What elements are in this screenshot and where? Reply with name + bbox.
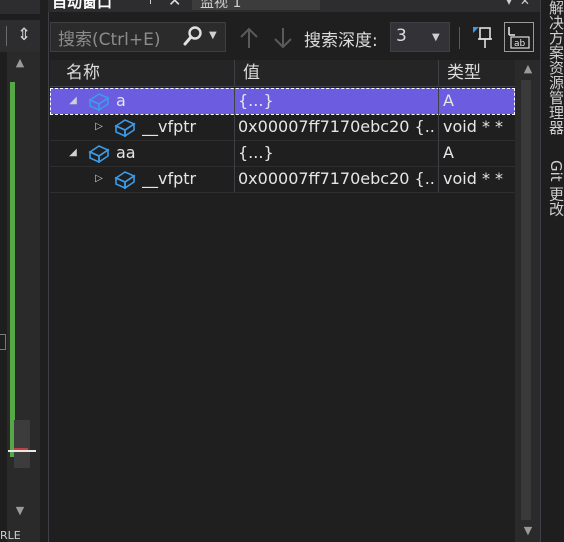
more-icon[interactable]: ▾ ✕ [506,0,532,8]
column-divider [438,166,439,192]
search-depth-value: 3 [396,26,407,46]
change-indicator-bar [10,82,15,457]
column-header-type[interactable]: 类型 [438,60,515,87]
chevron-down-icon[interactable]: ▼ [209,30,217,41]
column-divider [234,114,235,140]
cell-type: A [443,91,454,110]
collapse-icon[interactable]: ◢ [66,140,80,166]
expand-icon[interactable]: ▷ [92,114,106,140]
cell-name: aa [116,143,136,162]
hex-display-text: ab [514,39,526,49]
column-divider [438,140,439,166]
solution-explorer-tab[interactable]: 解决方案资源管理器 [546,0,564,135]
cell-value[interactable]: 0x00007ff7170ebc20 {... [238,166,436,192]
arrow-down-icon[interactable] [272,26,294,50]
column-divider [438,88,439,114]
cell-value[interactable]: {...} [238,88,436,114]
object-icon [114,117,136,138]
hex-display-button[interactable]: ab [504,22,534,52]
cell-value[interactable]: {...} [238,140,436,166]
scroll-up-icon[interactable]: ▲ [10,56,30,70]
toolbar-separator [459,27,460,49]
hex-display-icon: ab [508,27,530,49]
object-icon [88,143,110,164]
editor-status-text: RLE [0,529,21,542]
toolbar-separator [6,26,7,46]
cell-name: __vfptr [142,117,197,136]
side-box [0,334,6,350]
split-vertical-icon[interactable]: ⇕ [12,22,36,48]
cell-type: void * * [443,169,504,188]
column-divider [234,88,235,114]
scroll-down-icon[interactable]: ▼ [518,524,538,538]
search-icon[interactable] [182,25,204,47]
cell-name: a [116,91,126,110]
cell-value[interactable]: 0x00007ff7170ebc20 {... [238,114,436,140]
scrollbar-thumb[interactable] [521,80,531,520]
scrollbar-thumb[interactable] [14,420,30,468]
expand-icon[interactable]: ▷ [92,166,106,192]
table-row[interactable]: ◢ a {...} A [50,88,515,115]
table-row[interactable]: ▷ __vfptr 0x00007ff7170ebc20 {... void * * [50,166,515,193]
cell-name: __vfptr [142,169,197,188]
search-depth-label: 搜索深度: [304,31,378,51]
arrow-up-icon[interactable] [238,26,260,50]
close-icon[interactable]: ✕ [168,0,181,10]
cell-type: void * * [443,117,504,136]
search-placeholder: 搜索(Ctrl+E) [58,30,161,50]
scroll-up-icon[interactable]: ▲ [518,62,538,76]
collapse-icon[interactable]: ◢ [66,88,80,114]
caret-marker [8,450,36,452]
table-row[interactable]: ▷ __vfptr 0x00007ff7170ebc20 {... void * * [50,114,515,141]
object-icon [88,91,110,112]
chevron-down-icon[interactable]: ▼ [432,32,440,43]
scroll-down-icon[interactable]: ▼ [10,504,30,518]
editor-tab-strip [0,0,40,14]
pin-icon[interactable]: ⊣ [140,0,152,8]
column-divider [438,114,439,140]
object-icon [114,169,136,190]
git-changes-tab[interactable]: Git 更改 [546,160,564,216]
cell-type: A [443,143,454,162]
pin-icon[interactable] [470,24,496,50]
tab-autos[interactable]: 自动窗口 [52,0,112,11]
column-divider [234,166,235,192]
column-header-name[interactable]: 名称 [58,60,234,87]
column-header-value[interactable]: 值 [234,60,438,87]
table-row[interactable]: ◢ aa {...} A [50,140,515,167]
tab-watch-1[interactable]: 监视 1 [192,0,320,11]
column-divider [234,140,235,166]
